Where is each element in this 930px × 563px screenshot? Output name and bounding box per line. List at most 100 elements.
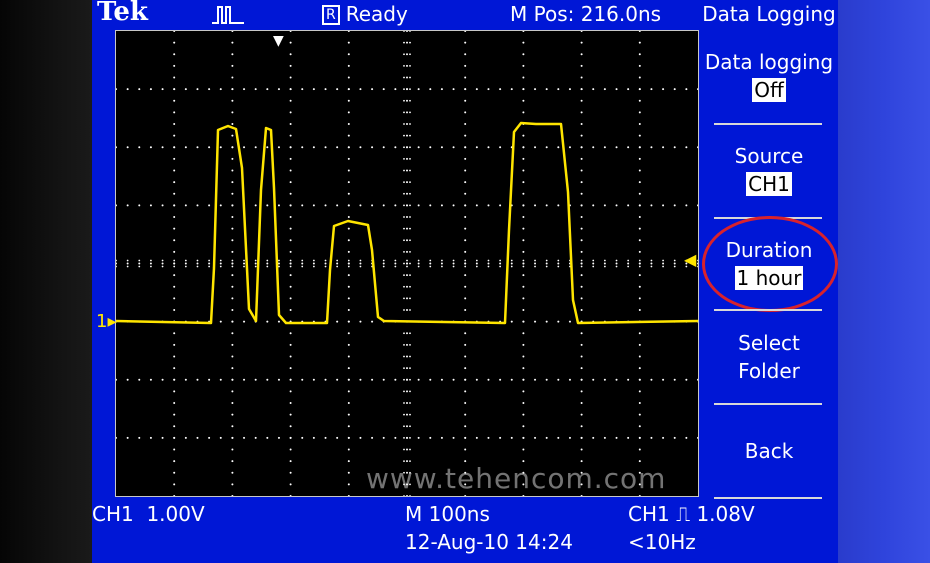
graticule-dot (522, 448, 525, 451)
graticule-dot (650, 378, 653, 381)
graticule-dot (440, 146, 443, 149)
graticule-dot (289, 343, 292, 346)
graticule-dot (347, 320, 350, 323)
graticule-dot (266, 146, 269, 149)
graticule-dot (406, 111, 408, 114)
graticule-dot (580, 367, 583, 370)
graticule-dot (173, 460, 176, 463)
graticule-dot (615, 204, 618, 207)
graticule-dot (673, 378, 676, 381)
graticule-dot (603, 436, 606, 439)
graticule-dot (417, 262, 420, 265)
graticule-dot (522, 413, 525, 416)
menu-item-source[interactable]: Source CH1 (700, 142, 838, 198)
graticule-dot (545, 204, 548, 207)
graticule-dot (673, 436, 676, 439)
graticule-dot (277, 146, 280, 149)
graticule-dot (243, 146, 246, 149)
graticule-dot (464, 250, 467, 253)
graticule-dot (289, 250, 292, 253)
graticule-dot (522, 99, 525, 102)
graticule-dot (409, 413, 411, 416)
device-bezel-right (838, 0, 930, 563)
graticule-dot (409, 332, 411, 335)
graticule-dot (409, 30, 411, 32)
graticule-dot (289, 367, 292, 370)
graticule-dot (173, 262, 176, 265)
graticule-dot (522, 355, 525, 358)
menu-item-label: Data logging (704, 50, 834, 74)
graticule-dot (403, 204, 405, 207)
graticule-dot (382, 146, 385, 149)
menu-item-data-logging[interactable]: Data logging Off (700, 48, 838, 104)
graticule-dot (409, 355, 411, 358)
graticule-dot (409, 88, 411, 91)
graticule-dot (394, 265, 397, 268)
graticule-dot (487, 436, 490, 439)
graticule-dot (231, 216, 234, 218)
graticule-dot (545, 88, 548, 91)
graticule-dot (545, 146, 548, 149)
graticule-dot (464, 204, 467, 207)
graticule-dot (336, 265, 339, 268)
graticule-dot (403, 297, 405, 300)
graticule-dot (126, 88, 129, 91)
graticule-dot (409, 274, 411, 277)
graticule-dot (403, 495, 405, 497)
graticule-dot (336, 378, 339, 381)
timebase-readout: M 100ns (405, 502, 490, 526)
graticule-dot (403, 343, 405, 346)
graticule-dot (697, 378, 699, 381)
graticule-dot (580, 169, 583, 172)
graticule-dot (115, 265, 117, 268)
graticule-dot (406, 123, 408, 125)
graticule-dot (254, 204, 257, 207)
graticule-dot (173, 309, 176, 311)
graticule-dot (382, 378, 385, 381)
watermark: www.tehencom.com (366, 462, 667, 495)
graticule-dot (557, 259, 560, 262)
graticule-dot (406, 390, 408, 393)
graticule-dot (627, 204, 630, 207)
graticule-dot (452, 204, 455, 207)
graticule-dot (475, 378, 478, 381)
graticule-dot (371, 204, 374, 207)
menu-item-label: Source (734, 144, 804, 168)
graticule-dot (409, 157, 411, 160)
graticule-dot (638, 285, 641, 288)
graticule-dot (638, 259, 641, 262)
graticule-dot (662, 265, 664, 268)
graticule-dot (347, 367, 350, 370)
graticule-dot (289, 169, 292, 172)
graticule-dot (312, 436, 315, 439)
graticule-dot (534, 436, 537, 439)
graticule-dot (231, 367, 234, 370)
graticule-dot (403, 239, 405, 242)
graticule-dot (464, 227, 467, 230)
menu-item-back[interactable]: Back (700, 437, 838, 465)
graticule-dot (184, 265, 187, 268)
graticule-dot (359, 265, 362, 268)
graticule-dot (662, 88, 665, 91)
graticule-dot (347, 76, 350, 79)
graticule-dot (464, 402, 467, 404)
graticule-dot (266, 259, 269, 262)
graticule-dot (138, 378, 141, 381)
graticule-dot (289, 355, 292, 358)
graticule-dot (638, 436, 641, 439)
graticule-dot (289, 436, 292, 439)
graticule-dot (347, 250, 350, 253)
graticule-dot (545, 320, 548, 323)
graticule-dot (464, 297, 467, 300)
graticule-dot (685, 146, 688, 149)
graticule-dot (464, 448, 467, 451)
graticule-dot (580, 425, 583, 428)
graticule-dot (347, 204, 350, 207)
graticule-dot (403, 355, 405, 358)
graticule-dot (638, 274, 641, 277)
graticule-dot (580, 250, 583, 253)
graticule-dot (254, 88, 257, 91)
menu-item-select-folder[interactable]: Select Folder (700, 329, 838, 385)
graticule-dot (409, 204, 411, 207)
graticule-dot (394, 88, 397, 91)
